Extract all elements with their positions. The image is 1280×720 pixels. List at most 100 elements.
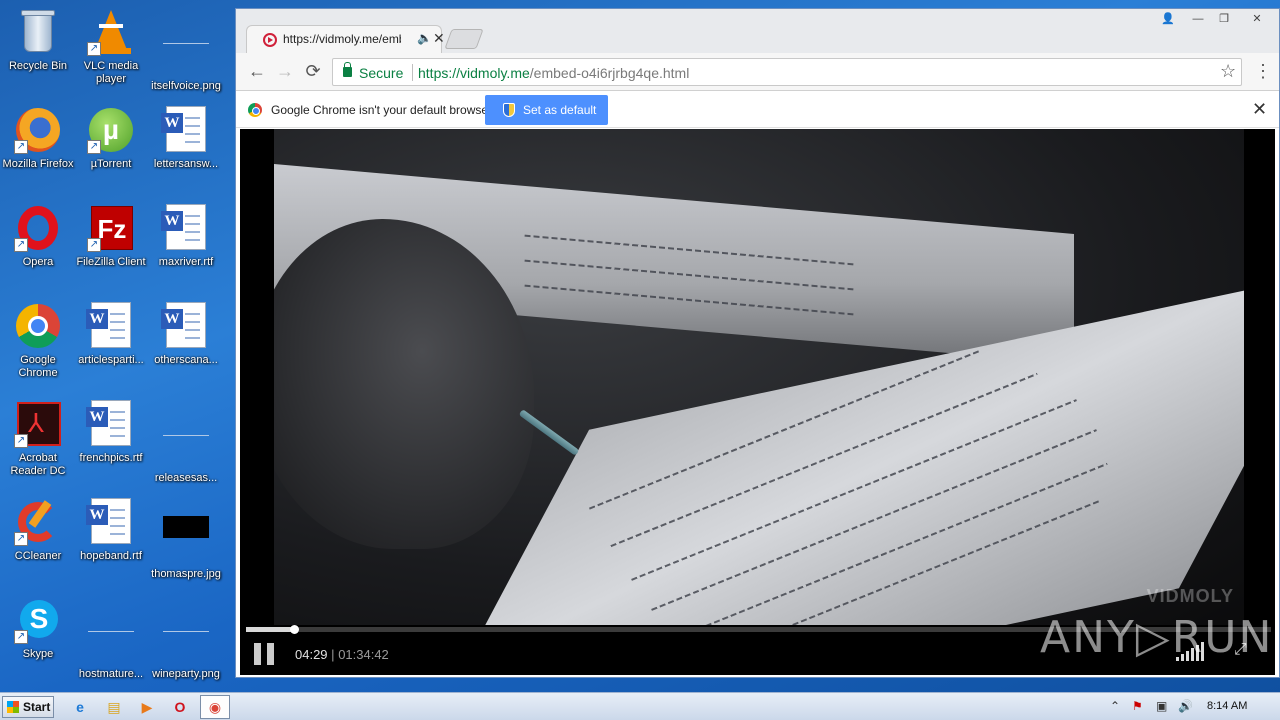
restore-button[interactable]: ❐: [1213, 11, 1235, 27]
desktop-icon-itselfvoice[interactable]: itselfvoice.png: [148, 4, 224, 100]
desktop-icon-label: otherscana...: [154, 354, 218, 366]
vidmoly-watermark: VIDMOLY: [1146, 586, 1234, 606]
desktop-icon-otherscana[interactable]: W otherscana...: [148, 298, 224, 394]
shortcut-arrow-icon: ↗: [14, 630, 28, 644]
show-hidden-icons-button[interactable]: ⌃: [1110, 699, 1120, 713]
back-button[interactable]: ←: [246, 61, 268, 82]
shortcut-arrow-icon: ↗: [14, 434, 28, 448]
desktop-icon-label: releasesas...: [154, 472, 218, 484]
video-player[interactable]: VIDMOLY 04:29 | 01:34:42 ⤢: [240, 129, 1275, 675]
desktop-icon-label: µTorrent: [90, 158, 132, 170]
opera-icon[interactable]: O: [170, 697, 190, 717]
desktop-icon-releasesas[interactable]: releasesas...: [148, 396, 224, 492]
action-center-icon[interactable]: ⚑: [1132, 699, 1143, 713]
current-time: 04:29: [295, 647, 328, 662]
image-file-icon: [162, 616, 210, 664]
infobar-close-button[interactable]: ✕: [1252, 99, 1267, 120]
chrome-icon: [14, 302, 62, 350]
desktop-icon-articlesparti[interactable]: W articlesparti...: [73, 298, 149, 394]
network-icon[interactable]: ▣: [1156, 699, 1167, 713]
time-separator: |: [331, 647, 335, 662]
reload-button[interactable]: ⟳: [302, 61, 324, 82]
time-display: 04:29 | 01:34:42: [295, 647, 389, 662]
recycle-bin-icon: [14, 8, 62, 56]
tab-title: https://vidmoly.me/emb: [283, 32, 401, 46]
desktop-icon-utorrent[interactable]: µ ↗ µTorrent: [73, 102, 149, 198]
explorer-icon[interactable]: ▤: [104, 697, 124, 717]
url-text[interactable]: https://vidmoly.me/embed-o4i6rjrbg4qe.ht…: [418, 65, 689, 81]
image-file-icon: [162, 28, 210, 76]
progress-handle[interactable]: [290, 625, 299, 634]
desktop-icon-filezilla[interactable]: Fz ↗ FileZilla Client: [73, 200, 149, 296]
desktop-icon-chrome[interactable]: Google Chrome: [0, 298, 76, 394]
desktop-icon-hostmature[interactable]: hostmature...: [73, 592, 149, 688]
chrome-icon: ◉: [208, 699, 222, 715]
image-file-icon: [162, 420, 210, 468]
shortcut-arrow-icon: ↗: [14, 140, 28, 154]
set-as-default-button[interactable]: Set as default: [485, 95, 608, 125]
omnibox-separator: [412, 64, 413, 81]
ccleaner-icon: ↗: [14, 498, 62, 546]
start-button[interactable]: Start: [2, 696, 54, 718]
desktop-icon-hopeband[interactable]: W hopeband.rtf: [73, 494, 149, 590]
desktop-icon-maxriver[interactable]: W maxriver.rtf: [148, 200, 224, 296]
windows-logo-icon: [7, 701, 19, 713]
desktop-icon-label: articlesparti...: [78, 354, 144, 366]
ie-icon[interactable]: e: [70, 697, 90, 717]
desktop-icon-label: Recycle Bin: [8, 60, 68, 72]
profile-icon[interactable]: 👤: [1157, 11, 1179, 27]
chrome-menu-icon[interactable]: ⋮: [1254, 61, 1272, 82]
clock[interactable]: 8:14 AM: [1207, 700, 1247, 712]
desktop-icon-recycle-bin[interactable]: Recycle Bin: [0, 4, 76, 100]
desktop-icon-ccleaner[interactable]: ↗ CCleaner: [0, 494, 76, 590]
close-window-button[interactable]: ✕: [1246, 11, 1268, 27]
bookmark-star-icon[interactable]: ☆: [1220, 61, 1236, 82]
video-frame: VIDMOLY: [274, 129, 1244, 625]
minimize-button[interactable]: —: [1187, 11, 1209, 27]
shortcut-arrow-icon: ↗: [87, 42, 101, 56]
desktop-icon-label: CCleaner: [14, 550, 62, 562]
desktop-icon-skype[interactable]: S ↗ Skype: [0, 592, 76, 688]
taskbar: Start e ▤ ▶ O ◉ ⌃ ⚑ ▣ 🔊 8:14 AM: [0, 692, 1280, 720]
taskbar-chrome-active[interactable]: ◉: [200, 695, 230, 719]
desktop-icon-wineparty[interactable]: wineparty.png: [148, 592, 224, 688]
desktop-icon-label: frenchpics.rtf: [79, 452, 143, 464]
image-file-icon: [162, 516, 210, 564]
desktop-icon-label: VLC media player: [83, 60, 139, 85]
toolbar: ← → ⟳ Secure https://vidmoly.me/embed-o4…: [236, 53, 1279, 91]
desktop-icon-lettersansw[interactable]: W lettersansw...: [148, 102, 224, 198]
desktop-icon-frenchpics[interactable]: W frenchpics.rtf: [73, 396, 149, 492]
shortcut-arrow-icon: ↗: [14, 532, 28, 546]
progress-fill: [246, 627, 294, 632]
image-file-icon: [87, 616, 135, 664]
secure-label: Secure: [359, 65, 404, 81]
tab-close-button[interactable]: ✕: [433, 30, 445, 47]
address-bar[interactable]: Secure https://vidmoly.me/embed-o4i6rjrb…: [332, 58, 1242, 86]
desktop-icon-label: wineparty.png: [152, 668, 220, 680]
audio-playing-icon[interactable]: 🔈: [417, 31, 432, 45]
desktop-icon-opera[interactable]: ↗ Opera: [0, 200, 76, 296]
desktop-icon-label: FileZilla Client: [76, 256, 146, 268]
uac-shield-icon: [503, 103, 515, 117]
desktop-icon-acrobat[interactable]: ⅄ ↗ Acrobat Reader DC: [0, 396, 76, 492]
desktop-icon-label: hopeband.rtf: [80, 550, 142, 562]
new-tab-button[interactable]: [444, 29, 484, 49]
desktop-icon-vlc[interactable]: ↗ VLC media player: [73, 4, 149, 100]
tab-vidmoly[interactable]: https://vidmoly.me/emb 🔈 ✕: [246, 25, 445, 53]
default-browser-infobar: Google Chrome isn't your default browser…: [236, 91, 1279, 128]
forward-button[interactable]: →: [274, 61, 296, 82]
desktop-icon-thomaspre[interactable]: thomaspre.jpg: [148, 494, 224, 590]
acrobat-icon: ⅄ ↗: [14, 400, 62, 448]
desktop-icon-firefox[interactable]: ↗ Mozilla Firefox: [0, 102, 76, 198]
word-doc-icon: W: [86, 400, 135, 448]
volume-icon[interactable]: 🔊: [1178, 699, 1193, 713]
url-path: /embed-o4i6rjrbg4qe.html: [529, 65, 690, 81]
pause-button[interactable]: [254, 643, 276, 665]
start-label: Start: [23, 700, 51, 714]
shortcut-arrow-icon: ↗: [14, 238, 28, 252]
desktop-icon-label: Opera: [22, 256, 54, 268]
media-player-icon[interactable]: ▶: [137, 697, 157, 717]
opera-icon: ↗: [14, 204, 62, 252]
shortcut-arrow-icon: ↗: [87, 140, 101, 154]
tab-strip: https://vidmoly.me/emb 🔈 ✕ 👤 — ❐ ✕: [236, 9, 1279, 53]
